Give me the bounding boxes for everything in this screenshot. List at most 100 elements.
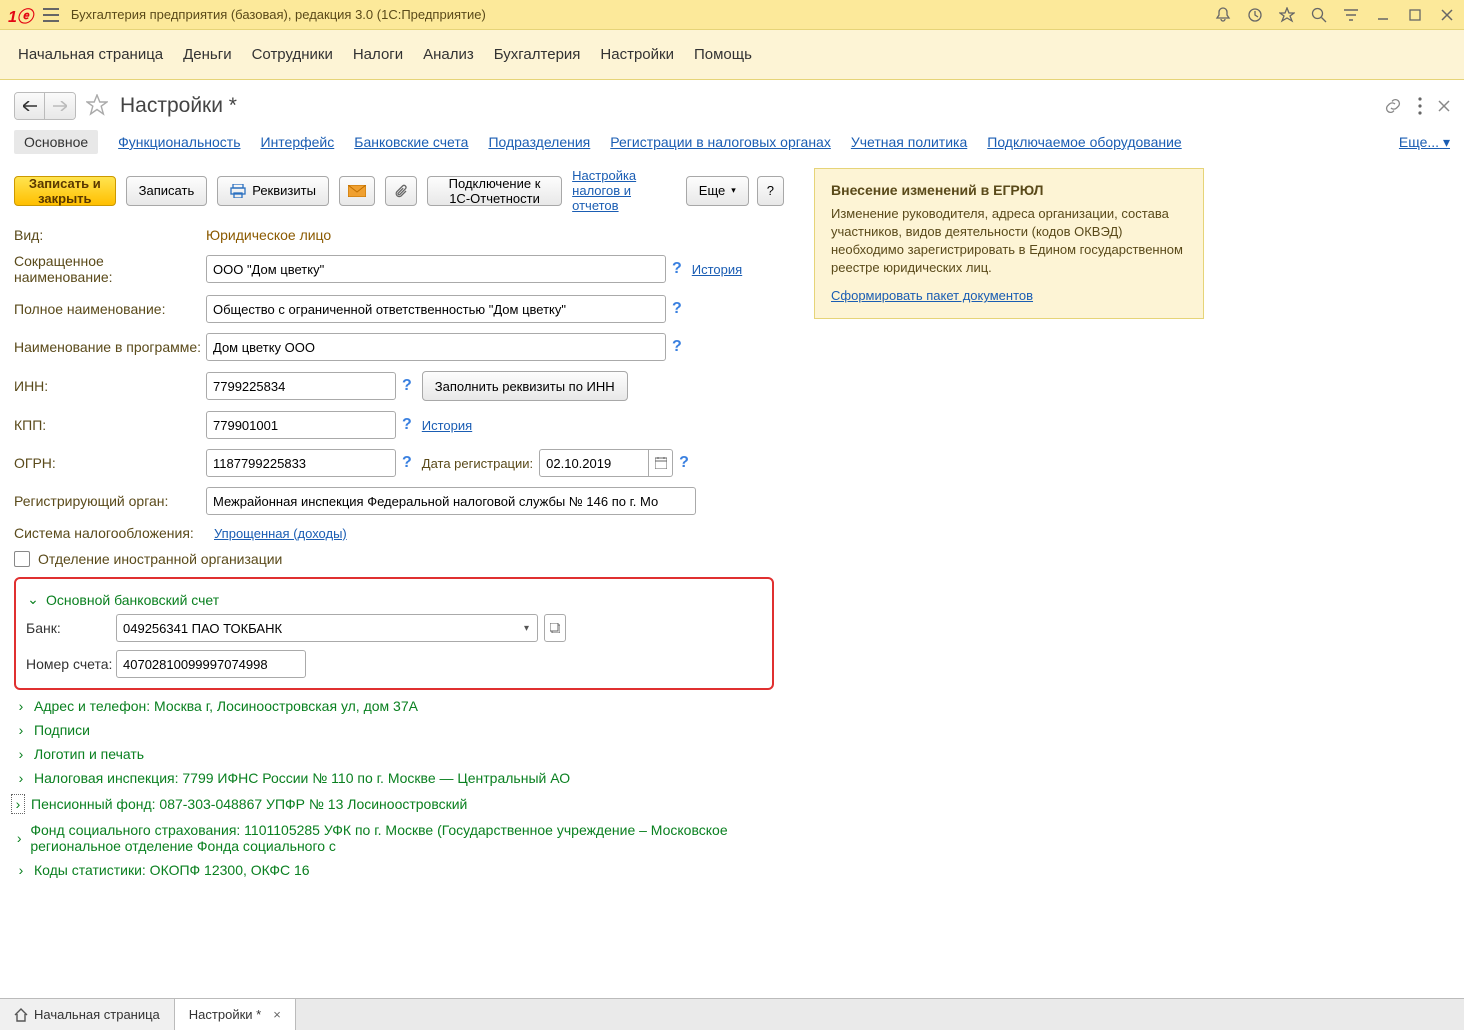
section-logo[interactable]: ›Логотип и печать <box>14 746 774 762</box>
menu-item[interactable]: Налоги <box>353 46 403 63</box>
app-logo: 1ⓔ <box>8 3 33 27</box>
tax-system-label: Система налогообложения: <box>14 525 214 541</box>
section-pension-fund[interactable]: ›Пенсионный фонд: 087-303-048867 УПФР № … <box>14 794 774 814</box>
print-icon <box>230 184 246 198</box>
generate-documents-link[interactable]: Сформировать пакет документов <box>831 287 1033 305</box>
reg-body-input[interactable] <box>206 487 696 515</box>
minimize-icon[interactable] <box>1374 6 1392 24</box>
attachment-button[interactable] <box>385 176 417 206</box>
ogrn-input[interactable] <box>206 449 396 477</box>
type-label: Вид: <box>14 227 206 243</box>
reg-date-label: Дата регистрации: <box>422 456 533 471</box>
save-button[interactable]: Записать <box>126 176 208 206</box>
tab-tax-registrations[interactable]: Регистрации в налоговых органах <box>610 134 831 150</box>
form-toolbar: Записать и закрыть Записать Реквизиты По… <box>14 168 784 213</box>
inn-input[interactable] <box>206 372 396 400</box>
bell-icon[interactable] <box>1214 6 1232 24</box>
close-page-icon[interactable] <box>1438 100 1450 112</box>
home-icon <box>14 1008 28 1022</box>
menu-toggle-icon[interactable] <box>41 5 61 25</box>
reg-date-input[interactable] <box>539 449 649 477</box>
section-social-insurance[interactable]: ›Фонд социального страхования: 110110528… <box>14 822 774 854</box>
link-icon[interactable] <box>1384 97 1402 115</box>
chevron-right-icon: › <box>11 794 25 814</box>
bank-label: Банк: <box>26 620 116 636</box>
bottom-tab-settings[interactable]: Настройки * × <box>175 999 296 1030</box>
tab-departments[interactable]: Подразделения <box>488 134 590 150</box>
tab-main[interactable]: Основное <box>14 130 98 154</box>
tab-equipment[interactable]: Подключаемое оборудование <box>987 134 1181 150</box>
bank-section-header[interactable]: ⌄ Основной банковский счет <box>26 591 762 608</box>
help-icon[interactable]: ? <box>672 260 682 278</box>
help-icon[interactable]: ? <box>672 338 682 356</box>
bottom-tab-home[interactable]: Начальная страница <box>0 999 175 1030</box>
menu-item[interactable]: Помощь <box>694 46 752 63</box>
menu-item[interactable]: Деньги <box>183 46 231 63</box>
close-icon[interactable] <box>1438 6 1456 24</box>
bank-input[interactable] <box>116 614 516 642</box>
menu-item[interactable]: Начальная страница <box>18 46 163 63</box>
help-icon[interactable]: ? <box>672 300 682 318</box>
help-button[interactable]: ? <box>757 176 784 206</box>
history-link[interactable]: История <box>692 262 742 277</box>
inn-label: ИНН: <box>14 378 206 394</box>
mail-button[interactable] <box>339 176 375 206</box>
fill-by-inn-button[interactable]: Заполнить реквизиты по ИНН <box>422 371 628 401</box>
chevron-right-icon: › <box>14 746 28 762</box>
connect-reporting-button[interactable]: Подключение к 1С-Отчетности <box>427 176 562 206</box>
menu-item[interactable]: Настройки <box>600 46 674 63</box>
tab-functionality[interactable]: Функциональность <box>118 134 240 150</box>
chevron-right-icon: › <box>14 722 28 738</box>
full-name-input[interactable] <box>206 295 666 323</box>
maximize-icon[interactable] <box>1406 6 1424 24</box>
kpp-input[interactable] <box>206 411 396 439</box>
history-link[interactable]: История <box>422 418 472 433</box>
tax-settings-link[interactable]: Настройка налогов и отчетов <box>572 168 676 213</box>
nav-group <box>14 92 76 120</box>
section-address[interactable]: ›Адрес и телефон: Москва г, Лосиноостров… <box>14 698 774 714</box>
kebab-menu-icon[interactable] <box>1418 97 1422 115</box>
calendar-icon[interactable] <box>649 449 673 477</box>
dropdown-icon[interactable]: ▾ <box>516 614 538 642</box>
open-icon[interactable] <box>544 614 566 642</box>
foreign-branch-label: Отделение иностранной организации <box>38 551 282 567</box>
menu-item[interactable]: Анализ <box>423 46 474 63</box>
section-tax-inspection[interactable]: ›Налоговая инспекция: 7799 ИФНС России №… <box>14 770 774 786</box>
help-icon[interactable]: ? <box>402 454 412 472</box>
chevron-right-icon: › <box>14 770 28 786</box>
ogrn-label: ОГРН: <box>14 455 206 471</box>
info-panel-title: Внесение изменений в ЕГРЮЛ <box>831 181 1187 201</box>
help-icon[interactable]: ? <box>402 416 412 434</box>
favorite-star-icon[interactable] <box>86 94 110 118</box>
help-icon[interactable]: ? <box>679 454 689 472</box>
tab-interface[interactable]: Интерфейс <box>261 134 335 150</box>
close-tab-icon[interactable]: × <box>273 1007 281 1022</box>
main-menu: Начальная страница Деньги Сотрудники Нал… <box>0 30 1464 80</box>
more-button[interactable]: Еще ▾ <box>686 176 749 206</box>
reg-body-label: Регистрирующий орган: <box>14 493 206 509</box>
forward-button[interactable] <box>45 93 75 119</box>
menu-item[interactable]: Сотрудники <box>252 46 333 63</box>
filter-icon[interactable] <box>1342 6 1360 24</box>
full-name-label: Полное наименование: <box>14 301 206 317</box>
history-icon[interactable] <box>1246 6 1264 24</box>
back-button[interactable] <box>15 93 45 119</box>
requisites-button[interactable]: Реквизиты <box>217 176 329 206</box>
content-area: Записать и закрыть Записать Реквизиты По… <box>0 162 1464 892</box>
save-and-close-button[interactable]: Записать и закрыть <box>14 176 116 206</box>
tab-bank-accounts[interactable]: Банковские счета <box>354 134 468 150</box>
account-input[interactable] <box>116 650 306 678</box>
star-icon[interactable] <box>1278 6 1296 24</box>
foreign-branch-checkbox[interactable] <box>14 551 30 567</box>
search-icon[interactable] <box>1310 6 1328 24</box>
section-statistics[interactable]: ›Коды статистики: ОКОПФ 12300, ОКФС 16 <box>14 862 774 878</box>
tabs-more[interactable]: Еще... ▾ <box>1399 134 1450 151</box>
section-signatures[interactable]: ›Подписи <box>14 722 774 738</box>
tax-system-link[interactable]: Упрощенная (доходы) <box>214 526 347 541</box>
menu-item[interactable]: Бухгалтерия <box>494 46 581 63</box>
chevron-right-icon: › <box>14 830 24 846</box>
tab-accounting-policy[interactable]: Учетная политика <box>851 134 967 150</box>
short-name-input[interactable] <box>206 255 666 283</box>
help-icon[interactable]: ? <box>402 377 412 395</box>
prog-name-input[interactable] <box>206 333 666 361</box>
